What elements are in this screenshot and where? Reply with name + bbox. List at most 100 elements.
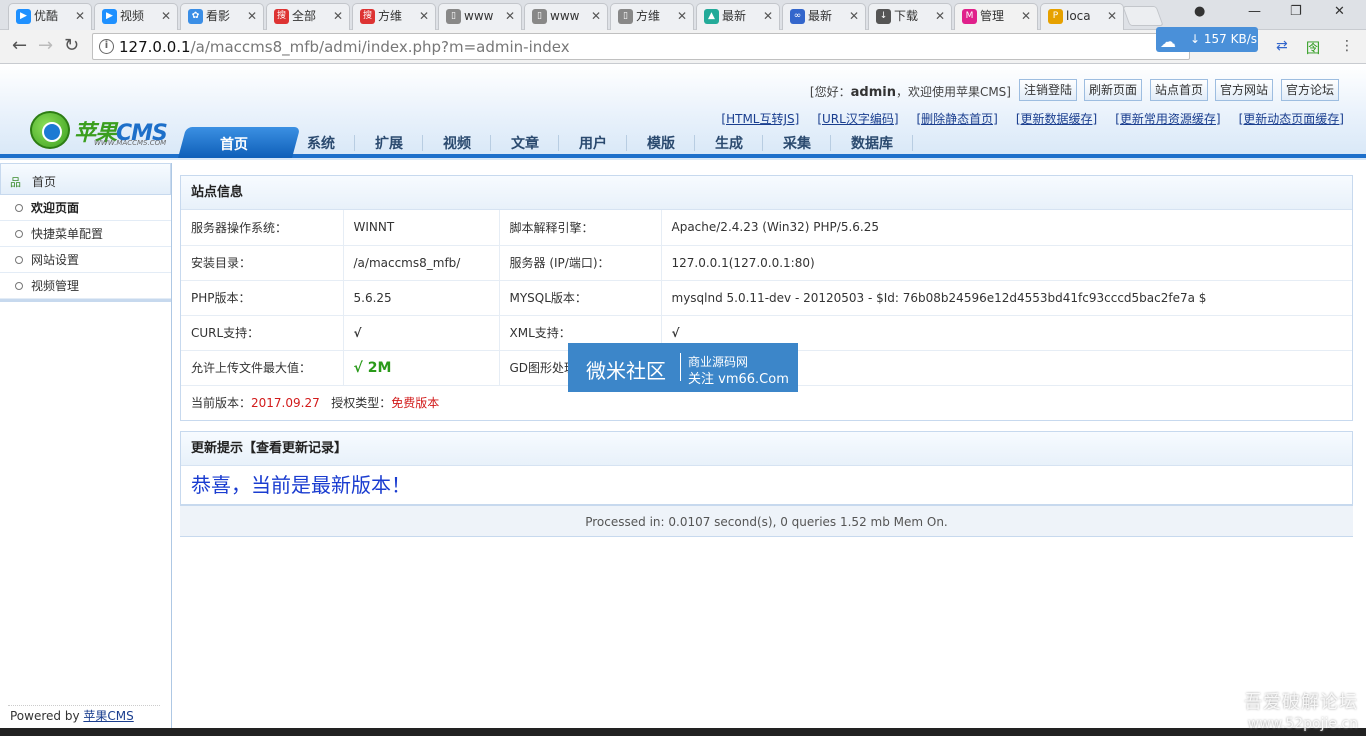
- reload-icon[interactable]: ↻: [64, 35, 79, 56]
- account-icon[interactable]: ●: [1194, 4, 1205, 19]
- nav-tab-article[interactable]: 文章: [492, 130, 558, 158]
- sidebar-item-video-manage[interactable]: 视频管理: [0, 273, 171, 299]
- tab-close-icon[interactable]: ✕: [333, 4, 343, 28]
- tab-favicon-icon: 搜: [274, 9, 289, 24]
- info-key: 脚本解释引擎：: [499, 210, 662, 246]
- url-host: 127.0.0.1: [119, 38, 191, 56]
- nav-tab-system[interactable]: 系统: [290, 130, 352, 158]
- extension-icon[interactable]: 囹: [1306, 38, 1320, 58]
- delete-static-home-link[interactable]: [删除静态首页]: [917, 112, 998, 126]
- powered-by: Powered by 苹果CMS: [10, 709, 134, 723]
- sidebar-menu: 欢迎页面 快捷菜单配置 网站设置 视频管理: [0, 195, 171, 302]
- tab-label: 看影: [206, 9, 231, 23]
- close-window-icon[interactable]: ✕: [1334, 4, 1345, 19]
- tab-close-icon[interactable]: ✕: [935, 4, 945, 28]
- browser-tab-strip: ▶ 优酷 ✕ ▶ 视频 ✕ ✿ 看影 ✕ 搜全部 ✕ 搜方维 ✕ ▯ www ✕ ▯ www ✕ ▯ 方维 ✕ ▲ 最新 ✕ ∞ 最…: [0, 0, 1366, 30]
- info-value: 127.0.0.1(127.0.0.1:80): [661, 245, 1352, 281]
- forward-icon[interactable]: →: [38, 35, 53, 56]
- tab-label: www: [464, 9, 494, 23]
- nav-tab-home[interactable]: 首页: [188, 133, 280, 158]
- tab-close-icon[interactable]: ✕: [505, 4, 515, 28]
- watermark-banner: 微米社区 商业源码网 关注 vm66.Com: [568, 343, 798, 392]
- nav-divider: [422, 135, 423, 151]
- maccms-link[interactable]: 苹果CMS: [83, 709, 133, 723]
- update-title[interactable]: 更新提示【查看更新记录】: [181, 432, 1352, 466]
- tab-close-icon[interactable]: ✕: [75, 4, 85, 28]
- official-site-button[interactable]: 官方网站: [1215, 79, 1274, 101]
- check-icon: √: [343, 315, 500, 351]
- browser-tab[interactable]: ▯ www ✕: [438, 3, 522, 30]
- nav-tab-extend[interactable]: 扩展: [356, 130, 422, 158]
- watermark-line2: 关注 vm66.Com: [688, 372, 789, 387]
- update-data-cache-link[interactable]: [更新数据缓存]: [1016, 112, 1097, 126]
- browser-tab[interactable]: ▶ 视频 ✕: [94, 3, 178, 30]
- browser-tab[interactable]: ∞ 最新 ✕: [782, 3, 866, 30]
- browser-tab[interactable]: ▲ 最新 ✕: [696, 3, 780, 30]
- tab-favicon-icon: ▯: [618, 9, 633, 24]
- logout-button[interactable]: 注销登陆: [1019, 79, 1078, 101]
- tab-close-icon[interactable]: ✕: [849, 4, 859, 28]
- sidebar-item-site-settings[interactable]: 网站设置: [0, 247, 171, 273]
- html-to-js-link[interactable]: [HTML互转JS]: [721, 112, 799, 126]
- browser-tab[interactable]: 搜方维 ✕: [352, 3, 436, 30]
- url-encode-link[interactable]: [URL汉字编码]: [817, 112, 898, 126]
- tab-label: 优酷: [34, 9, 59, 23]
- nav-divider: [558, 135, 559, 151]
- refresh-page-button[interactable]: 刷新页面: [1084, 79, 1143, 101]
- update-message: 恭喜，当前是最新版本！: [191, 473, 411, 497]
- browser-tab[interactable]: ▯ 方维 ✕: [610, 3, 694, 30]
- address-bar[interactable]: i 127.0.0.1/a/maccms8_mfb/admi/index.php…: [92, 33, 1190, 60]
- tab-favicon-icon: ▶: [16, 9, 31, 24]
- nav-divider: [490, 135, 491, 151]
- browser-tab[interactable]: 搜全部 ✕: [266, 3, 350, 30]
- cloud-icon: ☁: [1160, 32, 1176, 51]
- welcome-text: [您好：admin，欢迎使用苹果CMS]: [809, 85, 1011, 100]
- tab-close-icon[interactable]: ✕: [677, 4, 687, 28]
- tab-label: 方维: [378, 9, 403, 23]
- watermark-big: 微米社区: [586, 359, 666, 383]
- tab-favicon-icon: ▶: [102, 9, 117, 24]
- tab-favicon-icon: 搜: [360, 9, 375, 24]
- tab-favicon-icon: ↓: [876, 9, 891, 24]
- browser-tab[interactable]: ↓ 下载 ✕: [868, 3, 952, 30]
- tab-close-icon[interactable]: ✕: [1021, 4, 1031, 28]
- browser-tab[interactable]: ▯ www ✕: [524, 3, 608, 30]
- new-tab-button[interactable]: [1122, 6, 1164, 26]
- sidebar-header: 品 首页: [0, 163, 171, 195]
- tab-close-icon[interactable]: ✕: [419, 4, 429, 28]
- tab-close-icon[interactable]: ✕: [161, 4, 171, 28]
- nav-tab-generate[interactable]: 生成: [696, 130, 762, 158]
- table-row: 服务器操作系统： WINNT 脚本解释引擎： Apache/2.4.23 (Wi…: [181, 210, 1352, 246]
- sidebar-title: 首页: [32, 175, 57, 189]
- tab-label: loca: [1066, 9, 1091, 23]
- restore-icon[interactable]: ❐: [1290, 4, 1302, 19]
- site-info-icon[interactable]: i: [99, 39, 114, 54]
- update-dynamic-cache-link[interactable]: [更新动态页面缓存]: [1239, 112, 1344, 126]
- site-home-button[interactable]: 站点首页: [1150, 79, 1209, 101]
- nav-tab-video[interactable]: 视频: [424, 130, 490, 158]
- minimize-icon[interactable]: —: [1248, 4, 1261, 19]
- tab-close-icon[interactable]: ✕: [247, 4, 257, 28]
- back-icon[interactable]: ←: [12, 35, 27, 56]
- nav-tab-template[interactable]: 模版: [628, 130, 694, 158]
- official-forum-button[interactable]: 官方论坛: [1281, 79, 1340, 101]
- upload-max-value: √ 2M: [353, 359, 392, 376]
- info-key: CURL支持：: [181, 315, 344, 351]
- menu-icon[interactable]: ⋮: [1340, 38, 1354, 54]
- tab-close-icon[interactable]: ✕: [591, 4, 601, 28]
- sidebar-item-welcome[interactable]: 欢迎页面: [0, 195, 171, 221]
- nav-tab-database[interactable]: 数据库: [832, 130, 912, 158]
- browser-tab[interactable]: ▶ 优酷 ✕: [8, 3, 92, 30]
- info-key: 安装目录：: [181, 245, 344, 281]
- translate-icon[interactable]: ⇄: [1276, 38, 1288, 54]
- browser-tab[interactable]: ✿ 看影 ✕: [180, 3, 264, 30]
- tab-close-icon[interactable]: ✕: [763, 4, 773, 28]
- sidebar-item-quick-menu[interactable]: 快捷菜单配置: [0, 221, 171, 247]
- nav-tab-user[interactable]: 用户: [560, 130, 626, 158]
- tab-favicon-icon: ▯: [532, 9, 547, 24]
- update-resource-cache-link[interactable]: [更新常用资源缓存]: [1115, 112, 1220, 126]
- browser-tab[interactable]: Ploca ✕: [1040, 3, 1124, 30]
- browser-tab[interactable]: M 管理 ✕: [954, 3, 1038, 30]
- tab-close-icon[interactable]: ✕: [1107, 4, 1117, 28]
- nav-tab-collect[interactable]: 采集: [764, 130, 830, 158]
